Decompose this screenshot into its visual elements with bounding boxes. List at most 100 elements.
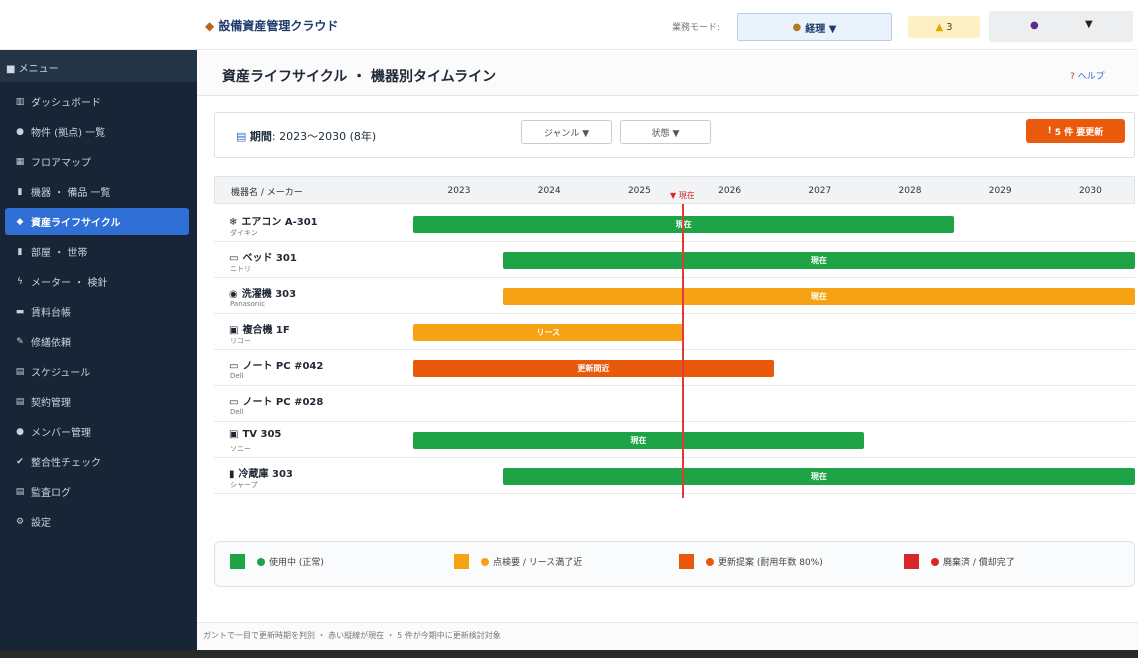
- legend-label: 点検要 / リース満了近: [481, 555, 582, 568]
- document-icon: ▤: [15, 396, 25, 407]
- lifecycle-bar[interactable]: 更新間近: [413, 360, 774, 377]
- equipment-maker: ダイキン: [230, 229, 258, 237]
- lifecycle-gantt: 機器名 / メーカー 2023 2024 2025 2026 2027 2028 2029 2…: [214, 176, 1135, 498]
- sidebar-item-label: ダッシュボード: [31, 98, 101, 109]
- sidebar-item[interactable]: ▬ 賃料台帳: [5, 298, 189, 325]
- status-dot-icon: [257, 557, 265, 566]
- top-bar: ◆ 設備資産管理クラウド 業務モード: ● 経理 ▼ ▲ 3 ● ▼: [0, 0, 1138, 50]
- lifecycle-bar[interactable]: 現在: [503, 468, 1135, 485]
- legend: 使用中 (正常) 点検要 / リース満了近 更新提案 (耐用年数 80%) 廃棄済 /…: [214, 541, 1135, 587]
- gantt-row[interactable]: ▭ ノート PC #042 Dell 更新間近: [214, 350, 1135, 386]
- laptop-icon: ▭: [229, 361, 239, 372]
- check-icon: ✔: [16, 456, 24, 467]
- equipment-maker: ニトリ: [230, 265, 251, 273]
- mode-label: 業務モード:: [672, 23, 721, 33]
- status-dot-icon: [931, 557, 939, 566]
- user-menu[interactable]: ● ▼: [989, 11, 1133, 42]
- equipment-name: ▭ ベッド 301: [229, 249, 297, 264]
- genre-dropdown[interactable]: ジャンル ▼: [521, 120, 612, 144]
- status-dropdown[interactable]: 状態 ▼: [620, 120, 711, 144]
- sidebar-item-label: 整合性チェック: [31, 458, 101, 469]
- equipment-name-text: 複合機 1F: [242, 325, 290, 336]
- app-title[interactable]: ◆ 設備資産管理クラウド: [205, 17, 338, 34]
- update-button-label: 5 件 要更新: [1054, 127, 1104, 138]
- legend-swatch: [454, 554, 469, 569]
- lifecycle-bar[interactable]: リース: [413, 324, 684, 341]
- money-icon: ▬: [15, 306, 25, 317]
- legend-item: 使用中 (正常): [230, 554, 324, 569]
- menu-icon: ■: [6, 64, 16, 75]
- year-tick-label: 2025: [627, 186, 651, 196]
- equipment-maker: Panasonic: [230, 300, 266, 308]
- column-header-equipment: 機器名 / メーカー: [231, 188, 303, 198]
- sidebar-item[interactable]: ✎ 修繕依頼: [5, 328, 189, 355]
- legend-swatch: [230, 554, 245, 569]
- gantt-row[interactable]: ▭ ノート PC #028 Dell: [214, 386, 1135, 422]
- sidebar-item[interactable]: ▤ 監査ログ: [5, 478, 189, 505]
- clipboard-icon: ▤: [15, 486, 25, 497]
- year-tick-label: 2029: [988, 186, 1012, 196]
- calendar-icon: ▤: [15, 366, 25, 377]
- mode-select[interactable]: ● 経理 ▼: [737, 13, 892, 41]
- gantt-row[interactable]: ▭ ベッド 301 ニトリ 現在: [214, 242, 1135, 278]
- equipment-maker: Dell: [230, 408, 244, 416]
- gantt-row[interactable]: ▮ 冷蔵庫 303 シャープ 現在: [214, 458, 1135, 494]
- period-label: ▤ 期間: 2023〜2030 (8年): [236, 128, 376, 144]
- pin-icon: ●: [16, 126, 24, 137]
- app-title-text: 設備資産管理クラウド: [218, 19, 339, 33]
- gantt-row[interactable]: ▣ TV 305 ソニー 現在: [214, 422, 1135, 458]
- sidebar-item[interactable]: ▦ フロアマップ: [5, 148, 189, 175]
- status-dot-icon: [706, 557, 714, 566]
- sidebar-item[interactable]: ✔ 整合性チェック: [5, 448, 189, 475]
- help-label: ヘルプ: [1077, 72, 1105, 82]
- sidebar-item[interactable]: ▮ 部屋 ・ 世帯: [5, 238, 189, 265]
- sidebar-item[interactable]: ϟ メーター ・ 検針: [5, 268, 189, 295]
- sidebar-item[interactable]: ▮ 機器 ・ 備品 一覧: [5, 178, 189, 205]
- gantt-row[interactable]: ◉ 洗濯機 303 Panasonic 現在: [214, 278, 1135, 314]
- gantt-row[interactable]: ❄エアコン A-301ダイキン現在: [214, 206, 1135, 242]
- equipment-name: ▭ ノート PC #042: [229, 357, 323, 372]
- sidebar-item-label: 部屋 ・ 世帯: [31, 248, 88, 259]
- footer-note: ガントで一目で更新時期を判別 ・ 赤い縦線が現在 ・ 5 件が今期中に更新検討対…: [197, 622, 1138, 650]
- lifecycle-bar[interactable]: 現在: [413, 432, 864, 449]
- sidebar-item[interactable]: ▥ ダッシュボード: [5, 88, 189, 115]
- help-link[interactable]: ? ヘルプ: [1070, 69, 1105, 82]
- equipment-maker: Dell: [230, 372, 244, 380]
- legend-label-text: 更新提案 (耐用年数 80%): [718, 558, 823, 568]
- notification-count: 3: [946, 21, 953, 33]
- equipment-name: ◉ 洗濯機 303: [229, 285, 296, 300]
- equipment-name-text: TV 305: [242, 429, 282, 440]
- period-title: 期間: [249, 130, 272, 143]
- printer-icon: ▣: [229, 325, 239, 336]
- page-title: 資産ライフサイクル ・ 機器別タイムライン: [222, 69, 497, 85]
- sidebar-item[interactable]: ⚙ 設定: [5, 508, 189, 535]
- sidebar-item-label: 賃料台帳: [31, 308, 71, 319]
- equipment-name: ▮ 冷蔵庫 303: [229, 465, 293, 480]
- legend-label-text: 廃棄済 / 償却完了: [943, 558, 1015, 568]
- filter-bar: ▤ 期間: 2023〜2030 (8年) ジャンル ▼ 状態 ▼ ! 5 件 要…: [214, 112, 1135, 158]
- legend-item: 更新提案 (耐用年数 80%): [679, 554, 823, 569]
- sidebar-item[interactable]: ◆ 資産ライフサイクル: [5, 208, 189, 235]
- chart-icon: ▥: [15, 96, 25, 107]
- update-needed-button[interactable]: ! 5 件 要更新: [1026, 119, 1125, 143]
- equipment-name: ▭ ノート PC #028: [229, 393, 323, 408]
- now-marker-label: ▼ 現在: [670, 191, 695, 200]
- lifecycle-bar[interactable]: 現在: [503, 288, 1135, 305]
- window-bottom-strip: [0, 650, 1138, 658]
- legend-item: 廃棄済 / 償却完了: [904, 554, 1015, 569]
- sidebar-item-label: メーター ・ 検針: [31, 278, 108, 289]
- sidebar-item-label: 設定: [31, 518, 51, 529]
- notification-badge[interactable]: ▲ 3: [908, 16, 980, 38]
- question-icon: ?: [1070, 72, 1075, 82]
- gantt-row[interactable]: ▣ 複合機 1F リコー リース: [214, 314, 1135, 350]
- sidebar-item[interactable]: ● メンバー管理: [5, 418, 189, 445]
- sidebar-item[interactable]: ▤ スケジュール: [5, 358, 189, 385]
- sidebar-item[interactable]: ▤ 契約管理: [5, 388, 189, 415]
- year-tick-label: 2023: [447, 186, 471, 196]
- sidebar-item[interactable]: ● 物件 (拠点) 一覧: [5, 118, 189, 145]
- lifecycle-bar[interactable]: 現在: [503, 252, 1135, 269]
- equipment-name-text: ノート PC #028: [242, 397, 324, 408]
- year-tick-label: 2030: [1078, 186, 1102, 196]
- gear-icon: ⚙: [15, 516, 25, 527]
- washer-icon: ◉: [229, 289, 238, 300]
